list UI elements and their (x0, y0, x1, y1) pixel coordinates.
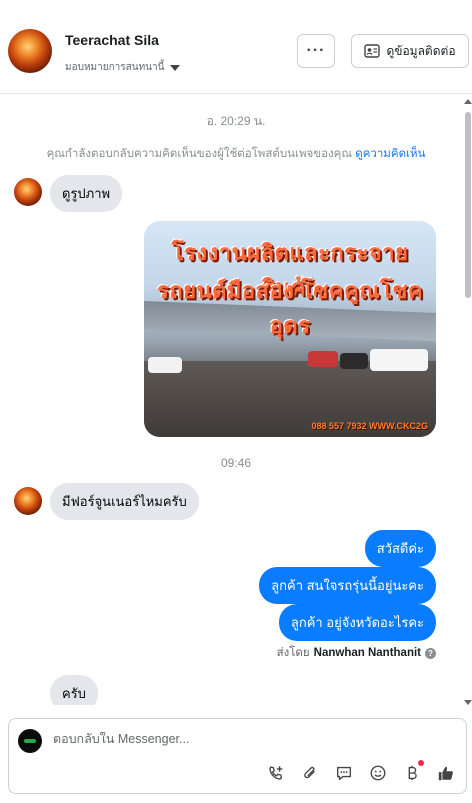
message-thread: อ. 20:29 น. คุณกำลังตอบกลับความคิดเห็นขอ… (0, 95, 472, 705)
incoming-message[interactable]: ดูรูปภาพ (50, 175, 123, 212)
sent-by-label: ส่งโดย Nanwhan Nanthanit ? (277, 644, 436, 662)
notification-dot (418, 760, 424, 766)
sent-by-prefix: ส่งโดย (276, 647, 310, 659)
photo-title-line2: รถยนต์มือสอง โชคคูณโชคอุดร (156, 278, 424, 338)
more-icon: ··· (306, 42, 326, 59)
timestamp: อ. 20:29 น. (206, 114, 266, 128)
view-contact-button[interactable]: ดูข้อมูลติดต่อ (351, 34, 469, 68)
timestamp: 09:46 (220, 456, 252, 470)
conversation-header: Teerachat Sila มอบหมายการสนทนานี้ ··· ดู… (0, 0, 472, 94)
reply-input[interactable] (53, 732, 433, 746)
paperclip-icon[interactable] (300, 763, 320, 783)
avatar[interactable] (8, 29, 52, 73)
outgoing-message[interactable]: สวัสดีค่ะ (364, 530, 436, 567)
caret-down-icon (170, 64, 181, 71)
reply-context-notice: คุณกำลังตอบกลับความคิดเห็นของผู้ใช้ต่อโพ… (0, 145, 472, 163)
page-avatar (18, 729, 42, 753)
incoming-message[interactable]: ครับ (50, 675, 98, 705)
thumbs-up-icon[interactable] (436, 763, 456, 783)
view-contact-label: ดูข้อมูลติดต่อ (386, 43, 456, 58)
outgoing-message[interactable]: ลูกค้า สนใจรถรุ่นนี้อยู่นะคะ (259, 567, 436, 604)
sender-name: Nanwhan Nanthanit (313, 647, 421, 659)
view-comment-link[interactable]: ดูความคิดเห็น (355, 148, 425, 160)
chat-bubble-icon[interactable] (334, 763, 354, 783)
composer-toolbar (266, 760, 456, 783)
message-composer (8, 718, 467, 794)
notice-text: คุณกำลังตอบกลับความคิดเห็นของผู้ใช้ต่อโพ… (46, 148, 353, 160)
assign-conversation-dropdown[interactable]: มอบหมายการสนทนานี้ (65, 60, 181, 75)
baht-icon[interactable] (402, 760, 424, 783)
assign-label: มอบหมายการสนทนานี้ (65, 62, 165, 73)
photo-car (370, 349, 428, 371)
avatar[interactable] (14, 178, 42, 206)
photo-car (340, 353, 368, 369)
more-options-button[interactable]: ··· (297, 34, 335, 68)
scroll-down-arrow-icon[interactable] (464, 700, 472, 705)
photo-footer-text: 088 557 7932 WWW.CKC2G (311, 421, 428, 431)
photo-car (308, 351, 338, 367)
photo-attachment[interactable]: โรงงานผลิตและกระจายสินค้า รถยนต์มือสอง โ… (144, 221, 436, 437)
phone-plus-icon[interactable] (266, 763, 286, 783)
scroll-up-arrow-icon[interactable] (464, 99, 472, 104)
help-icon[interactable]: ? (425, 647, 436, 659)
contact-name[interactable]: Teerachat Sila (65, 32, 159, 48)
incoming-message[interactable]: มีฟอร์จูนเนอร์ไหมครับ (50, 483, 199, 520)
emoji-icon[interactable] (368, 763, 388, 783)
contact-card-icon (364, 44, 381, 58)
scrollbar-thumb[interactable] (465, 112, 471, 298)
photo-car (148, 357, 182, 373)
outgoing-message[interactable]: ลูกค้า อยู่จังหวัดอะไรคะ (278, 604, 436, 641)
avatar[interactable] (14, 487, 42, 515)
